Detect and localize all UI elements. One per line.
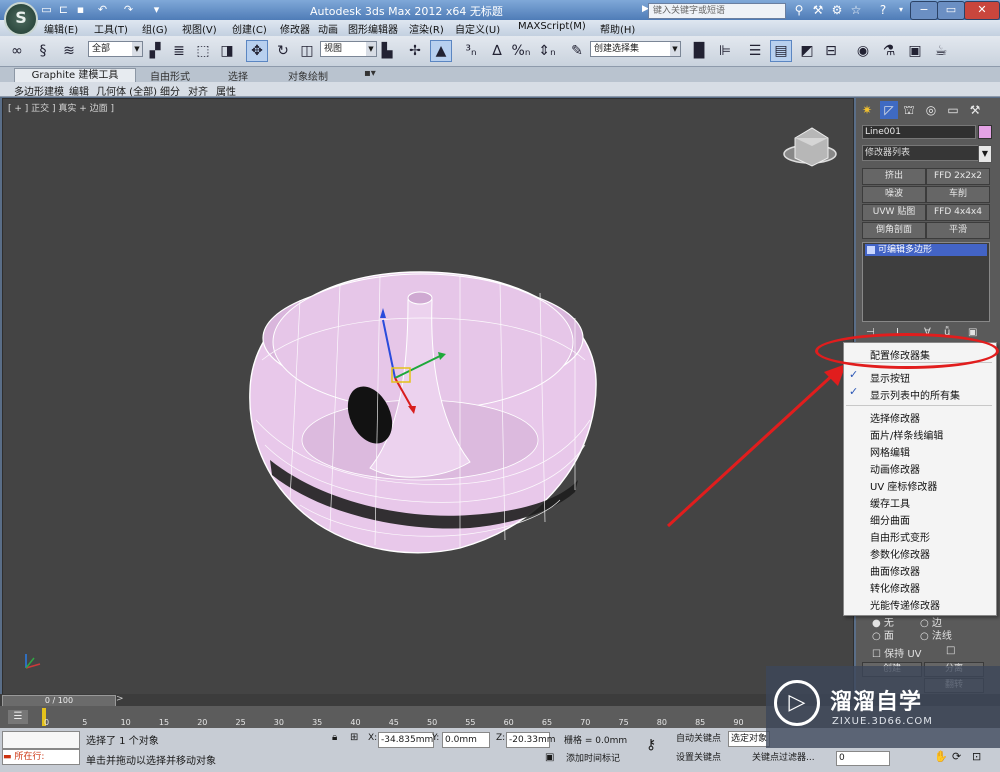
menu-item-mesh-editing[interactable]: 网格编辑 — [870, 444, 910, 459]
object-name-field[interactable]: Line001 — [862, 125, 976, 139]
pan-hand-icon[interactable]: ✋ — [934, 750, 948, 763]
y-coordinate-field[interactable]: 0.0mm — [442, 732, 490, 748]
menu-item-uv-coordinates[interactable]: UV 座标修改器 — [870, 478, 937, 493]
lock-selection-icon[interactable]: 🔒︎ — [332, 732, 337, 743]
timeline-tick: 85 — [695, 718, 706, 727]
timeline-tick: 10 — [120, 718, 131, 727]
timeline-tick: 35 — [312, 718, 323, 727]
app-logo-icon[interactable]: S — [4, 2, 38, 36]
grid-size: 栅格 = 0.0mm — [564, 736, 628, 746]
timeline-tick: 20 — [197, 718, 208, 727]
menu-item-show-buttons[interactable]: 显示按钮 — [870, 370, 910, 385]
timeline-tick: 65 — [541, 718, 553, 727]
hierarchy-panel-icon[interactable]: ⛫ — [900, 101, 918, 119]
timeline-tick: 60 — [503, 718, 514, 727]
play-logo-icon: ▷ — [774, 680, 820, 726]
auto-key-button[interactable]: 自动关键点 — [676, 732, 721, 746]
modifier-button-ffd222[interactable]: FFD 2x2x2 — [926, 168, 990, 185]
set-key-button[interactable]: 设置关键点 — [676, 751, 721, 765]
maxscript-listener-field[interactable] — [2, 731, 80, 749]
modifier-button-extrude[interactable]: 挤出 — [862, 168, 926, 185]
configure-sets-icon[interactable]: ▣ — [968, 327, 977, 338]
modifier-button-uvw-map[interactable]: UVW 贴图 — [862, 204, 926, 221]
key-filters-button[interactable]: 关键点过滤器... — [752, 751, 815, 765]
time-tag-icon[interactable]: ▣ — [545, 752, 554, 763]
timeline-tick: 55 — [465, 718, 476, 727]
timeline-tick: 15 — [158, 718, 170, 727]
checkmark-icon: ✓ — [849, 368, 859, 381]
radio-face[interactable]: ○ 面 — [872, 627, 894, 642]
timeline-tick: 40 — [350, 718, 361, 727]
motion-panel-icon[interactable]: ◎ — [922, 101, 940, 119]
menu-item-cache-tools[interactable]: 缓存工具 — [870, 495, 910, 510]
add-time-tag-button[interactable]: 添加时间标记 — [566, 752, 620, 766]
modifier-button-bevel-profile[interactable]: 倒角剖面 — [862, 222, 926, 239]
menu-item-animation-modifiers[interactable]: 动画修改器 — [870, 461, 920, 476]
timeline-tick: 75 — [618, 718, 629, 727]
annotation-highlight-ellipse — [815, 333, 999, 369]
menu-item-conversion-modifiers[interactable]: 转化修改器 — [870, 580, 920, 595]
modifier-button-lathe[interactable]: 车削 — [926, 186, 990, 203]
menu-item-free-form-deformers[interactable]: 自由形式变形 — [870, 529, 930, 544]
orbit-icon[interactable]: ⟳ — [952, 750, 961, 763]
selected-object-dropdown[interactable]: 选定对象 — [728, 731, 771, 747]
x-label: X: — [368, 733, 378, 743]
timeline-tick: 25 — [235, 718, 246, 727]
poly-icon — [867, 246, 875, 254]
maxscript-running-label: ▬ 所在行: — [2, 749, 80, 765]
z-coordinate-field[interactable]: -20.33mm — [506, 732, 556, 748]
modifier-button-noise[interactable]: 噪波 — [862, 186, 926, 203]
display-panel-icon[interactable]: ▭ — [944, 101, 962, 119]
bowl-mesh — [249, 271, 597, 554]
timeline-tick: 5 — [82, 718, 88, 727]
timeline-tick: 90 — [733, 718, 744, 727]
timeline-tick: 50 — [427, 718, 438, 727]
current-frame-field[interactable]: 0 — [836, 751, 890, 766]
menu-item-selection-modifiers[interactable]: 选择修改器 — [870, 410, 920, 425]
watermark-brand: 溜溜自学 — [830, 690, 923, 715]
z-label: Z: — [496, 733, 506, 743]
utilities-panel-icon[interactable]: ⚒ — [966, 101, 984, 119]
x-coordinate-field[interactable]: -34.835mm — [378, 732, 434, 748]
modify-panel-icon[interactable]: ◸ — [880, 101, 898, 119]
timeline-tick: 0 — [44, 718, 50, 727]
modifier-button-ffd444[interactable]: FFD 4x4x4 — [926, 204, 990, 221]
preserve-uv-settings-icon[interactable]: □ — [946, 645, 955, 656]
prompt-line: 单击并拖动以选择并移动对象 — [86, 756, 216, 767]
time-next-icon[interactable]: > — [116, 694, 124, 704]
chevron-down-icon[interactable]: ▼ — [978, 145, 992, 163]
y-label: Y: — [432, 733, 440, 743]
radio-normal[interactable]: ○ 法线 — [920, 627, 952, 642]
timeline-tick: 80 — [656, 718, 667, 727]
selection-status: 选择了 1 个对象 — [86, 736, 159, 747]
menu-item-radiosity-modifiers[interactable]: 光能传递修改器 — [870, 597, 940, 612]
object-color-swatch[interactable] — [978, 125, 992, 139]
axis-tripod-icon — [25, 654, 41, 669]
checkmark-icon: ✓ — [849, 385, 859, 398]
create-panel-icon[interactable]: ✷ — [858, 101, 876, 119]
menu-separator — [846, 405, 992, 406]
viewcube-icon — [783, 127, 837, 167]
menu-item-subdivision-surfaces[interactable]: 细分曲面 — [870, 512, 910, 527]
stack-item-editable-poly[interactable]: 可编辑多边形 — [865, 244, 987, 256]
set-key-icon[interactable]: ⚷ — [646, 737, 656, 753]
annotation-arrow — [666, 364, 846, 528]
watermark-url: ZIXUE.3D66.COM — [832, 716, 933, 727]
mini-curve-editor-icon[interactable]: ☰ — [8, 710, 28, 724]
timeline-tick: 70 — [580, 718, 591, 727]
modifier-button-smooth[interactable]: 平滑 — [926, 222, 990, 239]
absolute-relative-icon[interactable]: ⊞ — [350, 732, 358, 743]
menu-item-show-all-sets[interactable]: 显示列表中的所有集 — [870, 387, 960, 402]
modifier-list-dropdown[interactable]: 修改器列表 — [862, 145, 980, 161]
menu-item-patch-spline-editing[interactable]: 面片/样条线编辑 — [870, 427, 943, 442]
timeline-tick: 30 — [273, 718, 284, 727]
menu-item-parametric-modifiers[interactable]: 参数化修改器 — [870, 546, 930, 561]
menu-item-surface-modifiers[interactable]: 曲面修改器 — [870, 563, 920, 578]
maximize-viewport-icon[interactable]: ⊡ — [972, 750, 981, 763]
preserve-uv-checkbox[interactable]: ☐ 保持 UV — [872, 645, 922, 660]
timeline-tick: 45 — [388, 718, 399, 727]
